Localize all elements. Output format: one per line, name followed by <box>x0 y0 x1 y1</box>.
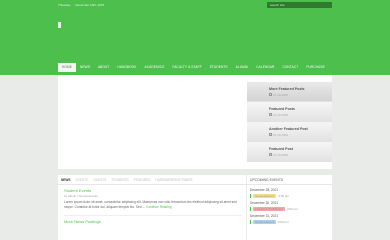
event-date: December 31, 2021 <box>250 214 278 218</box>
nav-item-calendar[interactable]: Calendar <box>252 63 278 72</box>
nav-item-news[interactable]: News <box>76 63 94 72</box>
featured-item[interactable]: More Featured Posts 10.10.2009 <box>247 82 332 102</box>
featured-thumbnail <box>247 82 267 102</box>
post-title[interactable]: Student Events <box>64 188 246 193</box>
news-tabs: News Events Guests Students Features Har… <box>58 175 246 185</box>
nav-item-purchase[interactable]: Purchase <box>302 63 329 72</box>
featured-date: 10.10.2009 <box>273 92 289 97</box>
featured-title: Featured Posts <box>269 106 295 111</box>
nav-item-faculty-staff[interactable]: Faculty & Staff <box>168 63 205 72</box>
calendar-icon <box>269 133 272 137</box>
event-item: December 30, 2021 Faculty & Staff Event … <box>247 198 332 211</box>
featured-date: 10.10.2009 <box>273 132 289 137</box>
featured-date: 10.10.2009 <box>273 152 289 157</box>
topbar-full-date: December 10th, 2015 <box>75 3 105 7</box>
featured-thumbnail <box>247 142 267 162</box>
featured-title: More Featured Posts <box>269 86 305 91</box>
tab-students[interactable]: Students <box>111 178 128 182</box>
nav-item-home[interactable]: Home <box>58 63 76 72</box>
search-input[interactable]: search site <box>267 2 332 8</box>
read-more-link[interactable]: Continue Reading <box>146 205 172 209</box>
event-badge[interactable]: Faculty & Staff Event <box>253 207 285 211</box>
upcoming-events: Upcoming Events December 28, 2021 Genera… <box>247 175 332 240</box>
topbar-date: Thursday December 10th, 2015 <box>58 3 108 7</box>
featured-item[interactable]: Featured Posts 10.10.2009 <box>247 102 332 122</box>
featured-item[interactable]: Featured Post 10.10.2009 <box>247 142 332 162</box>
nav-item-handbook[interactable]: Handbook <box>113 63 140 72</box>
post-item: More News Postings <box>58 216 246 224</box>
nav-item-students[interactable]: Students <box>206 63 232 72</box>
event-bar <box>250 220 251 224</box>
tab-news[interactable]: News <box>61 178 71 182</box>
tab-features[interactable]: Features <box>134 178 151 182</box>
slider-main-image[interactable] <box>58 75 246 169</box>
calendar-icon <box>269 153 272 157</box>
post-item: Student Events by admin / No Comments Lo… <box>58 185 246 216</box>
event-item: December 28, 2021 General Event 4:00 pm <box>247 185 332 198</box>
event-bar <box>250 194 251 198</box>
event-badge[interactable]: General Event <box>253 194 277 198</box>
event-bar <box>250 207 251 211</box>
featured-thumbnail <box>247 122 267 142</box>
featured-date: 10.10.2009 <box>273 112 289 117</box>
site-header: Thursday December 10th, 2015 search site… <box>0 0 390 75</box>
nav-item-academics[interactable]: Academics <box>140 63 168 72</box>
event-time: 4:00 pm <box>286 207 298 211</box>
nav-item-alumni[interactable]: Alumni <box>232 63 253 72</box>
event-time: 4:00 pm <box>278 194 290 198</box>
site-logo[interactable] <box>58 22 61 28</box>
post-excerpt: Lorem ipsum dolor sit amet, consectetur … <box>64 200 239 209</box>
featured-title: Another Featured Post <box>269 126 308 131</box>
event-badge[interactable]: Student Event <box>253 220 276 224</box>
nav-item-about[interactable]: About <box>94 63 113 72</box>
tab-hardware-software[interactable]: Hardware/Software <box>155 178 192 182</box>
event-date: December 30, 2021 <box>250 201 278 205</box>
event-item: December 31, 2021 Student Event 4:00 pm <box>247 211 332 224</box>
nav-item-contact[interactable]: Contact <box>278 63 302 72</box>
topbar-day: Thursday <box>58 3 71 7</box>
featured-thumbnail <box>247 102 267 122</box>
tab-guests[interactable]: Guests <box>93 178 106 182</box>
calendar-icon <box>269 93 272 97</box>
news-panel: News Events Guests Students Features Har… <box>58 175 246 240</box>
featured-item[interactable]: Another Featured Post 10.10.2009 <box>247 122 332 142</box>
post-title[interactable]: More News Postings <box>64 219 246 224</box>
main-nav: Home News About Handbook Academics Facul… <box>58 63 329 72</box>
featured-slider: More Featured Posts 10.10.2009 Featured … <box>58 75 332 169</box>
post-meta: by admin / No Comments <box>64 194 98 198</box>
tab-events[interactable]: Events <box>76 178 89 182</box>
event-date: December 28, 2021 <box>250 188 278 192</box>
event-time: 4:00 pm <box>277 220 289 224</box>
calendar-icon <box>269 113 272 117</box>
featured-title: Featured Post <box>269 146 293 151</box>
sidebar-title: Upcoming Events <box>247 175 332 185</box>
featured-list: More Featured Posts 10.10.2009 Featured … <box>247 82 332 162</box>
